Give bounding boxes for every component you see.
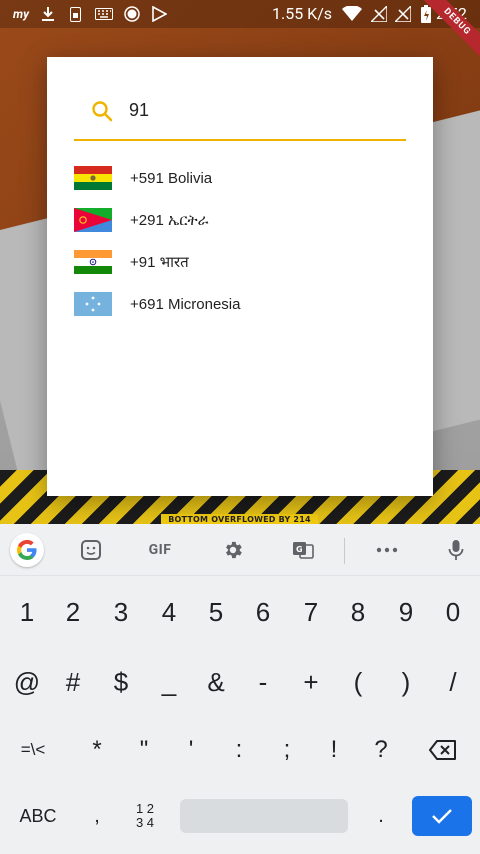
comma-key[interactable]: ,	[82, 796, 112, 836]
key-ampersand[interactable]: &	[193, 660, 239, 704]
india-flag-icon	[74, 250, 112, 274]
country-item-micronesia[interactable]: +691 Micronesia	[74, 283, 406, 325]
key-underscore[interactable]: _	[146, 660, 192, 704]
key-open-paren[interactable]: (	[335, 660, 381, 704]
enter-key[interactable]	[412, 796, 472, 836]
key-9[interactable]: 9	[383, 590, 429, 634]
key-minus[interactable]: -	[240, 660, 286, 704]
micronesia-flag-icon	[74, 292, 112, 316]
svg-text:G: G	[296, 545, 303, 554]
wifi-icon	[342, 5, 362, 23]
battery-charging-icon	[420, 5, 432, 23]
more-icon[interactable]	[372, 534, 402, 566]
backspace-icon	[429, 740, 456, 760]
search-field[interactable]	[74, 85, 406, 141]
country-label: +291 ኤርትራ	[130, 211, 209, 229]
numpad-key[interactable]: 1 2 3 4	[122, 796, 168, 836]
gif-button[interactable]: GIF	[142, 534, 178, 566]
key-3[interactable]: 3	[98, 590, 144, 634]
key-double-quote[interactable]: "	[121, 728, 167, 772]
network-speed: 1.55 K/s	[272, 4, 333, 23]
more-symbols-key[interactable]: =\<	[8, 728, 58, 772]
abc-key[interactable]: ABC	[8, 796, 68, 836]
checkmark-icon	[432, 809, 452, 824]
gear-icon[interactable]	[218, 534, 248, 566]
backspace-key[interactable]	[418, 728, 468, 772]
microphone-icon[interactable]	[442, 534, 470, 566]
download-icon	[40, 5, 56, 23]
overflow-warning-label: BOTTOM OVERFLOWED BY 214 PIXELS	[161, 514, 318, 524]
key-4[interactable]: 4	[146, 590, 192, 634]
status-bar: my 1.55 K/s 2:52 DEBUG	[0, 0, 480, 60]
country-label: +691 Micronesia	[130, 295, 241, 313]
period-key[interactable]: .	[366, 796, 396, 836]
key-2[interactable]: 2	[50, 590, 96, 634]
key-hash[interactable]: #	[50, 660, 96, 704]
country-list: +591 Bolivia +291 ኤርትራ +91 भारत +691 Mic…	[74, 157, 406, 325]
numpad-key-bottom: 3 4	[135, 815, 155, 830]
country-picker-dialog: +591 Bolivia +291 ኤርትራ +91 भारत	[47, 57, 433, 496]
on-screen-keyboard: GIF G 1 2 3 4 5 6 7 8 9 0 @ # $ _ & - + …	[0, 524, 480, 854]
key-5[interactable]: 5	[193, 590, 239, 634]
play-store-icon	[150, 5, 168, 23]
key-8[interactable]: 8	[335, 590, 381, 634]
key-question[interactable]: ?	[358, 728, 404, 772]
key-plus[interactable]: +	[288, 660, 334, 704]
country-label: +91 भारत	[130, 254, 189, 271]
record-icon	[123, 5, 141, 23]
search-input[interactable]	[129, 95, 389, 125]
search-icon	[92, 101, 113, 122]
sim-card-icon	[68, 5, 82, 23]
google-g-icon[interactable]	[10, 533, 44, 567]
key-single-quote[interactable]: '	[168, 728, 214, 772]
key-close-paren[interactable]: )	[383, 660, 429, 704]
key-semicolon[interactable]: ;	[264, 728, 310, 772]
country-label: +591 Bolivia	[130, 169, 213, 187]
toolbar-divider	[344, 538, 345, 564]
key-slash[interactable]: /	[430, 660, 476, 704]
key-asterisk[interactable]: *	[74, 728, 120, 772]
sticker-icon[interactable]	[76, 534, 106, 566]
key-6[interactable]: 6	[240, 590, 286, 634]
key-7[interactable]: 7	[288, 590, 334, 634]
numpad-key-top: 1 2	[135, 801, 155, 816]
key-1[interactable]: 1	[4, 590, 50, 634]
space-bar[interactable]	[180, 799, 348, 833]
signal-off-icon	[370, 5, 388, 23]
key-dollar[interactable]: $	[98, 660, 144, 704]
key-colon[interactable]: :	[216, 728, 262, 772]
keyboard-icon	[94, 5, 114, 23]
key-at[interactable]: @	[4, 660, 50, 704]
translate-icon[interactable]: G	[288, 534, 318, 566]
app-notification-icon: my	[13, 7, 29, 21]
country-item-bolivia[interactable]: +591 Bolivia	[74, 157, 406, 199]
keyboard-toolbar: GIF G	[0, 524, 480, 576]
key-0[interactable]: 0	[430, 590, 476, 634]
bolivia-flag-icon	[74, 166, 112, 190]
country-item-india[interactable]: +91 भारत	[74, 241, 406, 283]
eritrea-flag-icon	[74, 208, 112, 232]
key-exclamation[interactable]: !	[311, 728, 357, 772]
signal-off-icon	[394, 5, 412, 23]
country-item-eritrea[interactable]: +291 ኤርትራ	[74, 199, 406, 241]
